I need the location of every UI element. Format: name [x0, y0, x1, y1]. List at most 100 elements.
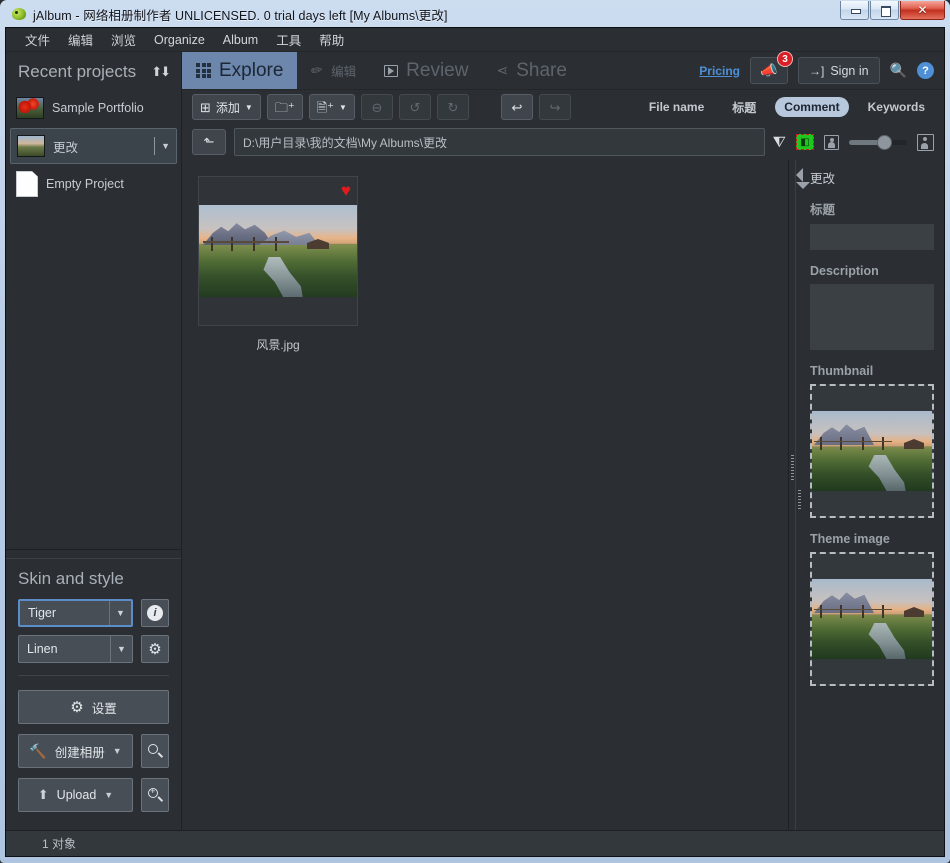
project-item-sample-portfolio[interactable]: Sample Portfolio [10, 90, 177, 126]
gallery-item[interactable]: ♥ [198, 176, 358, 353]
small-thumbnail-icon[interactable] [824, 135, 839, 150]
funnel-icon[interactable]: ⧨ [773, 134, 786, 151]
large-thumbnail-icon[interactable] [917, 134, 934, 151]
menu-item-view[interactable]: 浏览 [102, 27, 145, 52]
theme-image-dropzone[interactable] [810, 552, 934, 686]
preview-album-button[interactable] [141, 734, 169, 768]
sort-updown-icon[interactable]: ⬆⬇ [151, 64, 169, 80]
grid-icon [196, 63, 211, 78]
menu-item-edit[interactable]: 编辑 [59, 27, 102, 52]
document-icon [16, 171, 38, 197]
rotate-left-button: ↺ [399, 94, 431, 120]
notifications-button[interactable]: 📣 3 [750, 57, 788, 84]
skin-info-button[interactable]: i [141, 599, 169, 627]
rotate-right-button: ↻ [437, 94, 469, 120]
upload-button[interactable]: ⬆ Upload ▼ [18, 778, 133, 812]
chevron-down-icon[interactable]: ▼ [104, 790, 113, 800]
preview-online-button[interactable] [141, 778, 169, 812]
new-page-icon: 🗎⁺ [317, 101, 334, 114]
tab-label: Explore [219, 60, 283, 82]
new-page-button[interactable]: 🗎⁺ ▼ [309, 94, 355, 120]
upload-label: Upload [57, 788, 97, 802]
title-input[interactable] [810, 224, 934, 250]
menu-item-file[interactable]: 文件 [16, 27, 59, 52]
toolbar: ⊞ 添加 ▼ 🗀⁺ 🗎⁺ ▼ ⊖ ↺ [182, 90, 944, 124]
chevron-down-icon[interactable]: ▼ [161, 141, 170, 151]
chevron-down-icon[interactable]: ▼ [109, 601, 131, 625]
heart-icon[interactable]: ♥ [341, 182, 351, 199]
thumbnail-dropzone[interactable] [810, 384, 934, 518]
skin-and-style-title: Skin and style [18, 563, 169, 599]
settings-button[interactable]: ⚙ 设置 [18, 690, 169, 724]
maximize-button[interactable] [870, 1, 899, 20]
center-right-splitter[interactable] [788, 160, 796, 830]
navigate-up-button[interactable]: ⬑ [192, 129, 226, 155]
left-sidebar: Recent projects ⬆⬇ Sample Portfolio 更改 ▼ [6, 52, 182, 830]
style-settings-button[interactable]: ⚙ [141, 635, 169, 663]
splitter-grip [791, 455, 794, 481]
close-button[interactable]: ✕ [900, 1, 945, 20]
thumbnail-size-slider[interactable] [849, 134, 907, 150]
chevron-down-icon[interactable]: ▼ [110, 636, 132, 662]
menu-bar: 文件 编辑 浏览 Organize Album 工具 帮助 [6, 28, 944, 52]
add-button[interactable]: ⊞ 添加 ▼ [192, 94, 261, 120]
right-panel-splitter-grip[interactable] [798, 490, 801, 510]
collapse-arrow-icon[interactable] [796, 168, 803, 182]
pencil-icon: ✏ [310, 61, 325, 80]
undo-button[interactable]: ↩ [501, 94, 533, 120]
new-folder-button[interactable]: 🗀⁺ [267, 94, 303, 120]
title-bar: jAlbum - 网络相册制作者 UNLICENSED. 0 trial day… [5, 1, 945, 27]
split-view-icon[interactable]: ◧ [796, 134, 814, 150]
window-controls: ✕ [839, 1, 945, 20]
tab-share[interactable]: ⋖ Share [482, 52, 580, 89]
help-icon[interactable]: ? [917, 62, 934, 79]
style-select[interactable]: Linen ▼ [18, 635, 133, 663]
tab-review[interactable]: Review [370, 52, 482, 89]
title-field-label: 标题 [810, 199, 934, 224]
description-textarea[interactable] [810, 284, 934, 350]
minimize-button[interactable] [840, 1, 869, 20]
tab-edit[interactable]: ✏ 编辑 [297, 52, 370, 89]
chevron-down-icon[interactable]: ▼ [245, 103, 253, 112]
skin-and-style-panel: Skin and style Tiger ▼ i Linen [6, 559, 181, 830]
project-item-empty-project[interactable]: Empty Project [10, 166, 177, 202]
make-album-button[interactable]: 🔨 创建相册 ▼ [18, 734, 133, 768]
play-icon [384, 65, 398, 77]
recent-projects-list: Sample Portfolio 更改 ▼ Empty Project [6, 90, 181, 204]
caption-mode-comment[interactable]: Comment [775, 97, 848, 117]
landscape-thumb [17, 135, 45, 157]
search-icon[interactable]: 🔍 [890, 62, 907, 79]
sign-in-label: Sign in [830, 64, 868, 78]
path-input[interactable]: D:\用户目录\我的文档\My Albums\更改 [234, 128, 765, 156]
divider [18, 675, 169, 676]
caption-mode-title[interactable]: 标题 [723, 96, 765, 119]
tab-label: 编辑 [331, 61, 356, 80]
new-folder-icon: 🗀⁺ [275, 101, 295, 114]
chevron-down-icon[interactable]: ▼ [113, 746, 122, 756]
sign-in-button[interactable]: →] Sign in [798, 57, 880, 84]
menu-item-album[interactable]: Album [214, 30, 267, 50]
skin-value: Tiger [20, 606, 109, 620]
caption-mode-file-name[interactable]: File name [640, 97, 713, 117]
theme-image-preview [812, 579, 932, 659]
gallery-area[interactable]: ♥ [182, 160, 788, 830]
redo-button: ↪ [539, 94, 571, 120]
sidebar-splitter[interactable] [6, 549, 181, 559]
skin-select[interactable]: Tiger ▼ [18, 599, 133, 627]
menu-item-organize[interactable]: Organize [145, 30, 214, 50]
menu-item-tools[interactable]: 工具 [267, 27, 310, 52]
gear-icon: ⚙ [70, 700, 83, 715]
project-item-selected[interactable]: 更改 ▼ [10, 128, 177, 164]
thumbnail-frame[interactable]: ♥ [198, 176, 358, 326]
caption-mode-keywords[interactable]: Keywords [859, 97, 934, 117]
tab-label: Share [516, 60, 567, 82]
pricing-link[interactable]: Pricing [699, 64, 740, 78]
menu-item-help[interactable]: 帮助 [310, 27, 353, 52]
rotate-right-icon: ↻ [448, 101, 459, 114]
chevron-down-icon[interactable]: ▼ [339, 103, 347, 112]
project-dropdown[interactable]: ▼ [154, 137, 170, 155]
upload-icon: ⬆ [38, 787, 49, 803]
app-shell: 文件 编辑 浏览 Organize Album 工具 帮助 Recent pro… [5, 27, 945, 857]
tab-explore[interactable]: Explore [182, 52, 297, 89]
expand-arrow-icon[interactable] [796, 182, 810, 189]
